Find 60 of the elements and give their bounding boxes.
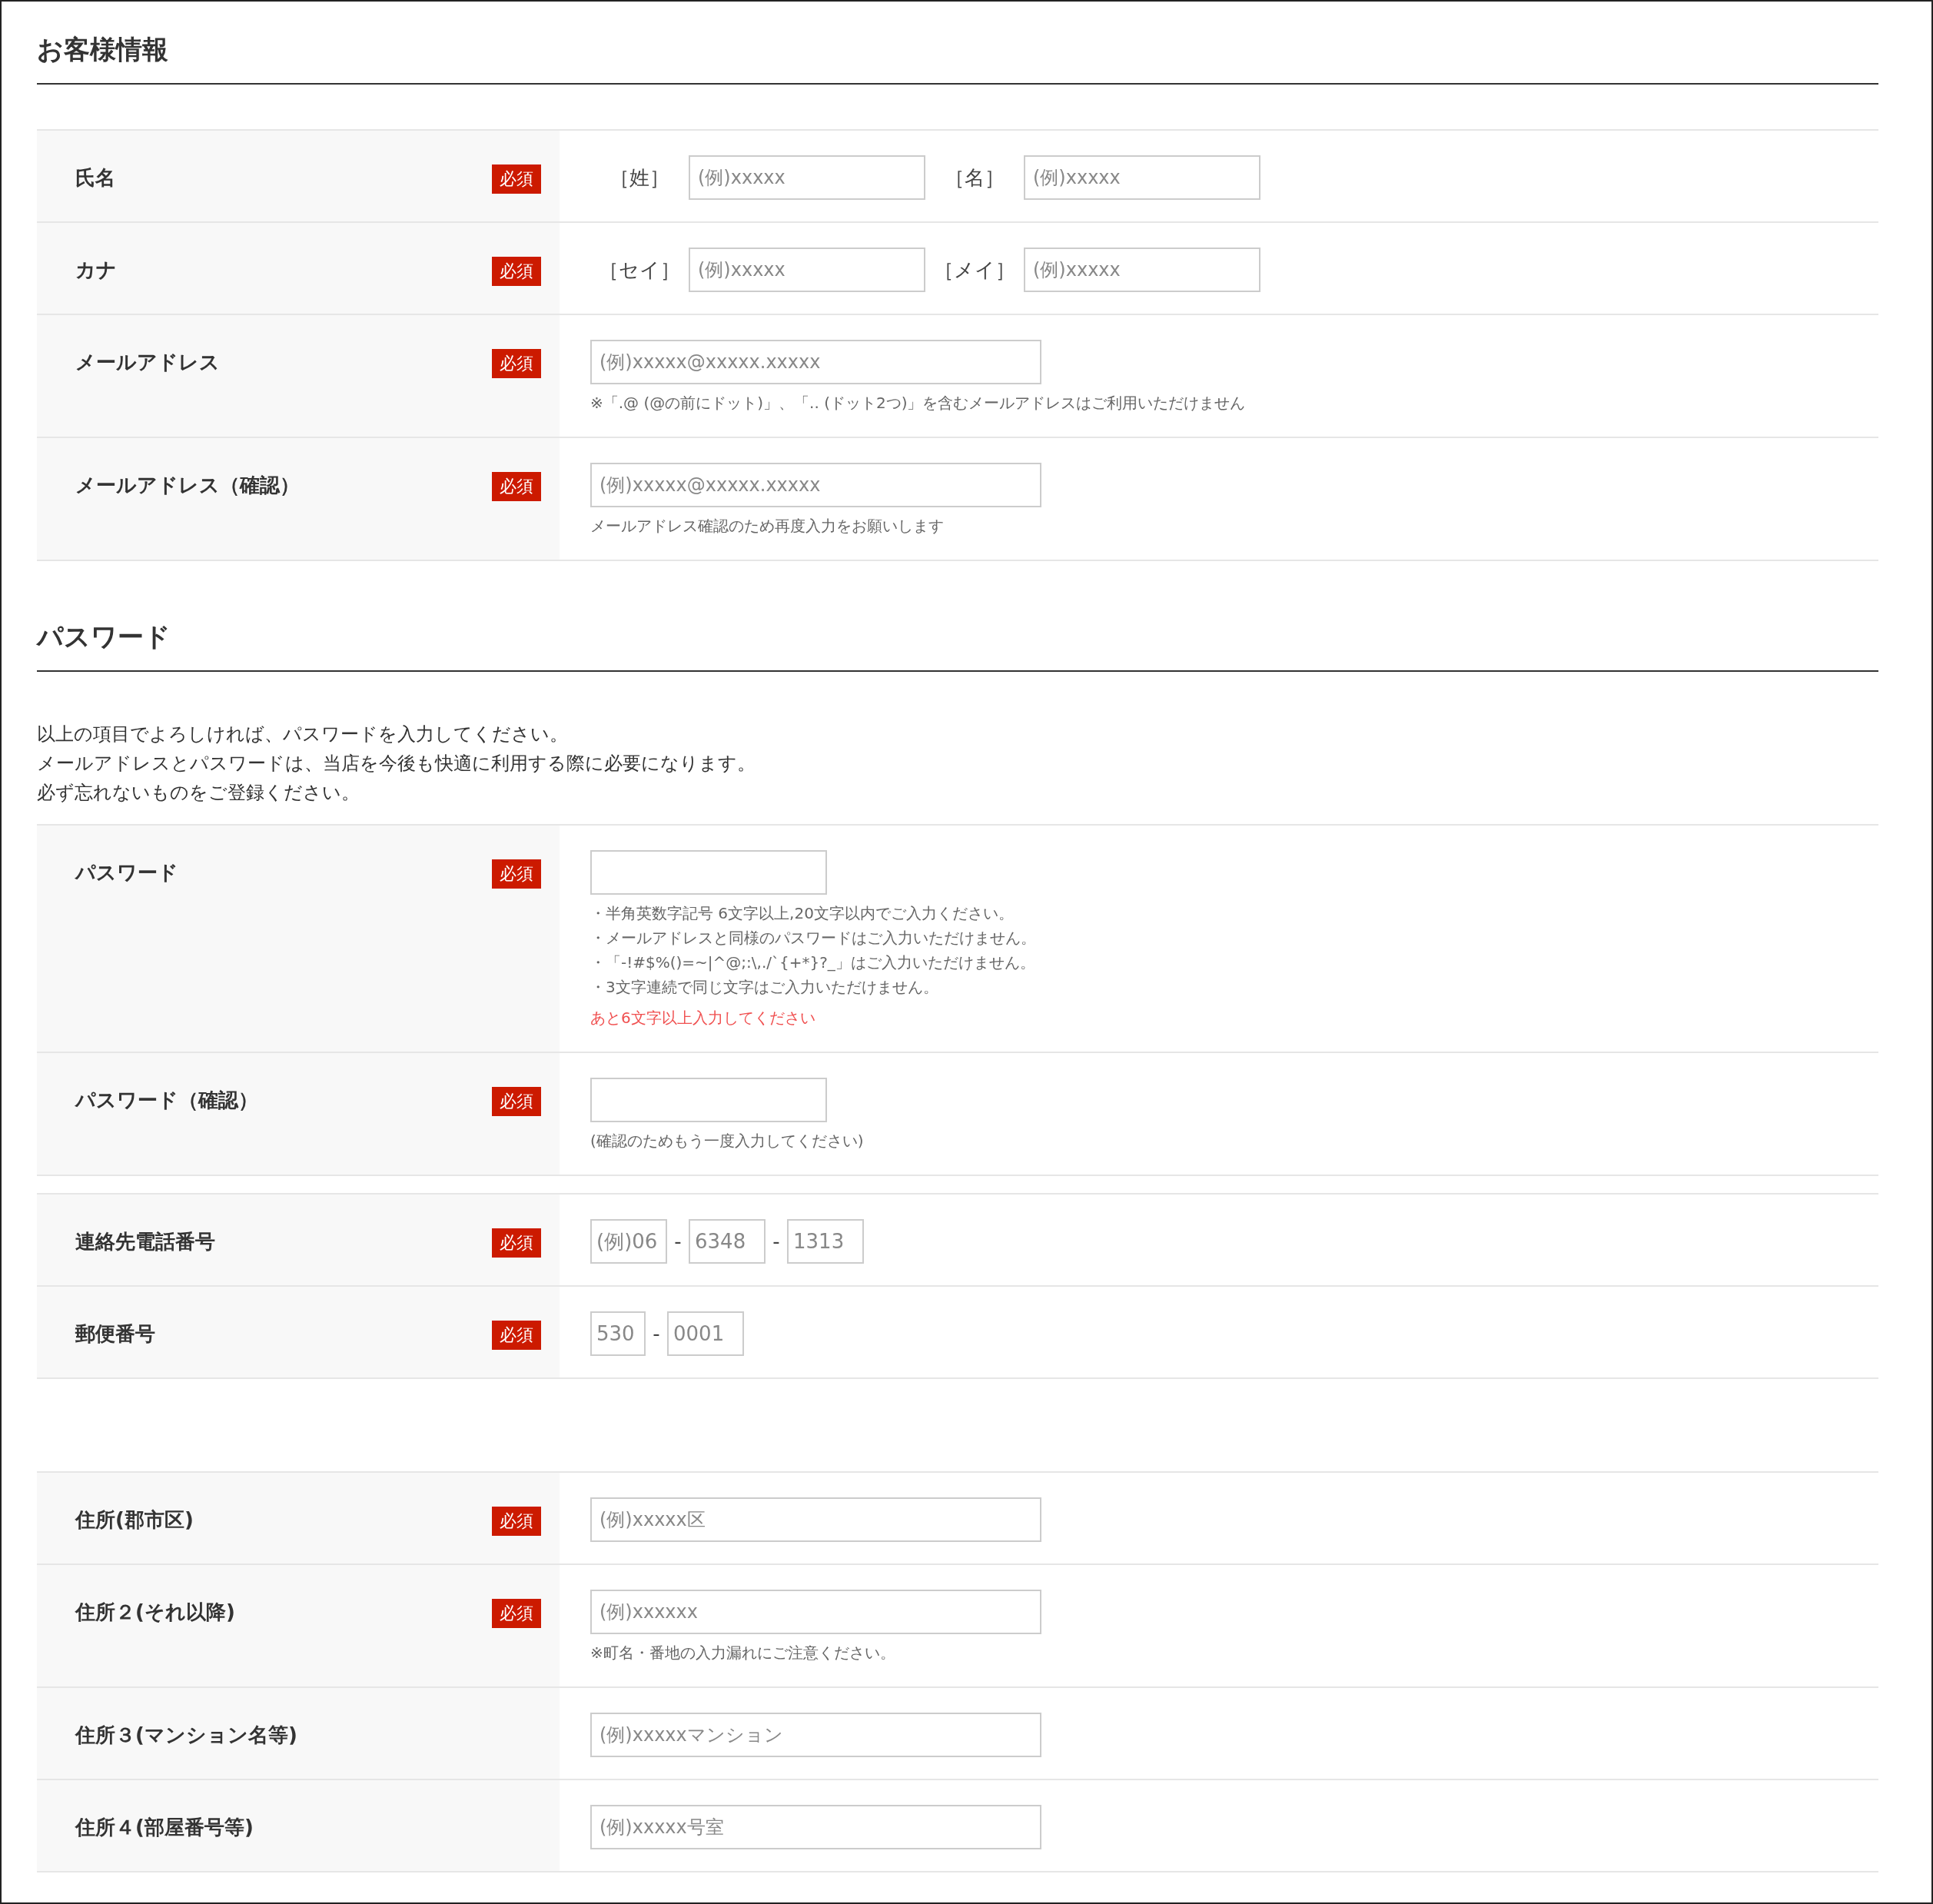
text-input[interactable]: (例)xxxxxマンション (590, 1713, 1041, 1757)
help-text: メールアドレス確認のため再度入力をお願いします (590, 516, 945, 537)
help-text: ・「-!#$%()=~|^@;:\,./`{+*}?_」はご入力いただけません。 (590, 952, 1036, 973)
field-label: パスワード（確認） (75, 1088, 258, 1113)
required-badge: 必須 (492, 1507, 541, 1536)
text-input[interactable]: 6348 (689, 1219, 766, 1264)
field-prefix: ［姓］ (609, 164, 670, 191)
text-input[interactable]: 530 (590, 1311, 646, 1356)
help-text: (確認のためもう一度入力してください) (590, 1131, 864, 1151)
intro-text: 以上の項目でよろしければ、パスワードを入力してください。 (37, 723, 569, 746)
text-input[interactable] (590, 850, 827, 895)
required-badge: 必須 (492, 1087, 541, 1116)
help-text: ※「.@ (@の前にドット)」、「.. (ドット2つ)」を含むメールアドレスはご利用いただけません (590, 393, 1246, 414)
text-input[interactable]: (例)xxxxx (689, 155, 925, 200)
field-label: 郵便番号 (75, 1321, 155, 1347)
required-badge: 必須 (492, 472, 541, 501)
text-input[interactable]: (例)xxxxx (1024, 155, 1260, 200)
field-label: 住所３(マンション名等) (75, 1723, 297, 1748)
required-badge: 必須 (492, 859, 541, 889)
field-label: 住所２(それ以降) (75, 1600, 235, 1625)
field-label: 氏名 (75, 165, 115, 191)
required-badge: 必須 (492, 1321, 541, 1350)
field-label: 住所(郡市区) (75, 1507, 194, 1533)
help-text: ※町名・番地の入力漏れにご注意ください。 (590, 1643, 896, 1663)
text-input[interactable]: (例)xxxxx区 (590, 1497, 1041, 1542)
text-input[interactable]: (例)xxxxx@xxxxx.xxxxx (590, 340, 1041, 384)
section-heading: お客様情報 (37, 32, 1878, 85)
text-input[interactable]: (例)06 (590, 1219, 667, 1264)
text-input[interactable]: 0001 (667, 1311, 744, 1356)
help-text: ・半角英数字記号 6文字以上,20文字以内でご入力ください。 (590, 903, 1015, 924)
separator-dash: - (652, 1322, 661, 1345)
field-prefix: ［セイ］ (598, 257, 681, 283)
field-prefix: ［メイ］ (933, 257, 1016, 283)
text-input[interactable]: (例)xxxxxx (590, 1590, 1041, 1634)
intro-text: メールアドレスとパスワードは、当店を今後も快適に利用する際に必要になります。 (37, 752, 756, 776)
text-input[interactable]: 1313 (787, 1219, 864, 1264)
required-badge: 必須 (492, 257, 541, 286)
field-label: パスワード (75, 860, 178, 886)
required-badge: 必須 (492, 349, 541, 378)
required-badge: 必須 (492, 1228, 541, 1258)
field-label: カナ (75, 258, 117, 283)
text-input[interactable] (590, 1078, 827, 1122)
field-label: 住所４(部屋番号等) (75, 1815, 254, 1840)
field-label: 連絡先電話番号 (75, 1229, 215, 1254)
field-prefix: ［名］ (944, 164, 1005, 191)
field-label: メールアドレス（確認） (75, 473, 300, 498)
error-message: あと6文字以上入力してください (590, 1008, 816, 1028)
text-input[interactable]: (例)xxxxx@xxxxx.xxxxx (590, 463, 1041, 507)
text-input[interactable]: (例)xxxxx号室 (590, 1805, 1041, 1849)
required-badge: 必須 (492, 164, 541, 194)
required-badge: 必須 (492, 1599, 541, 1628)
intro-text: 必ず忘れないものをご登録ください。 (37, 781, 360, 805)
separator-dash: - (772, 1230, 781, 1253)
field-label: メールアドレス (75, 350, 220, 375)
separator-dash: - (673, 1230, 683, 1253)
section-heading: パスワード (37, 620, 1878, 672)
text-input[interactable]: (例)xxxxx (1024, 248, 1260, 292)
help-text: ・3文字連続で同じ文字はご入力いただけません。 (590, 977, 939, 998)
help-text: ・メールアドレスと同様のパスワードはご入力いただけません。 (590, 928, 1036, 949)
text-input[interactable]: (例)xxxxx (689, 248, 925, 292)
